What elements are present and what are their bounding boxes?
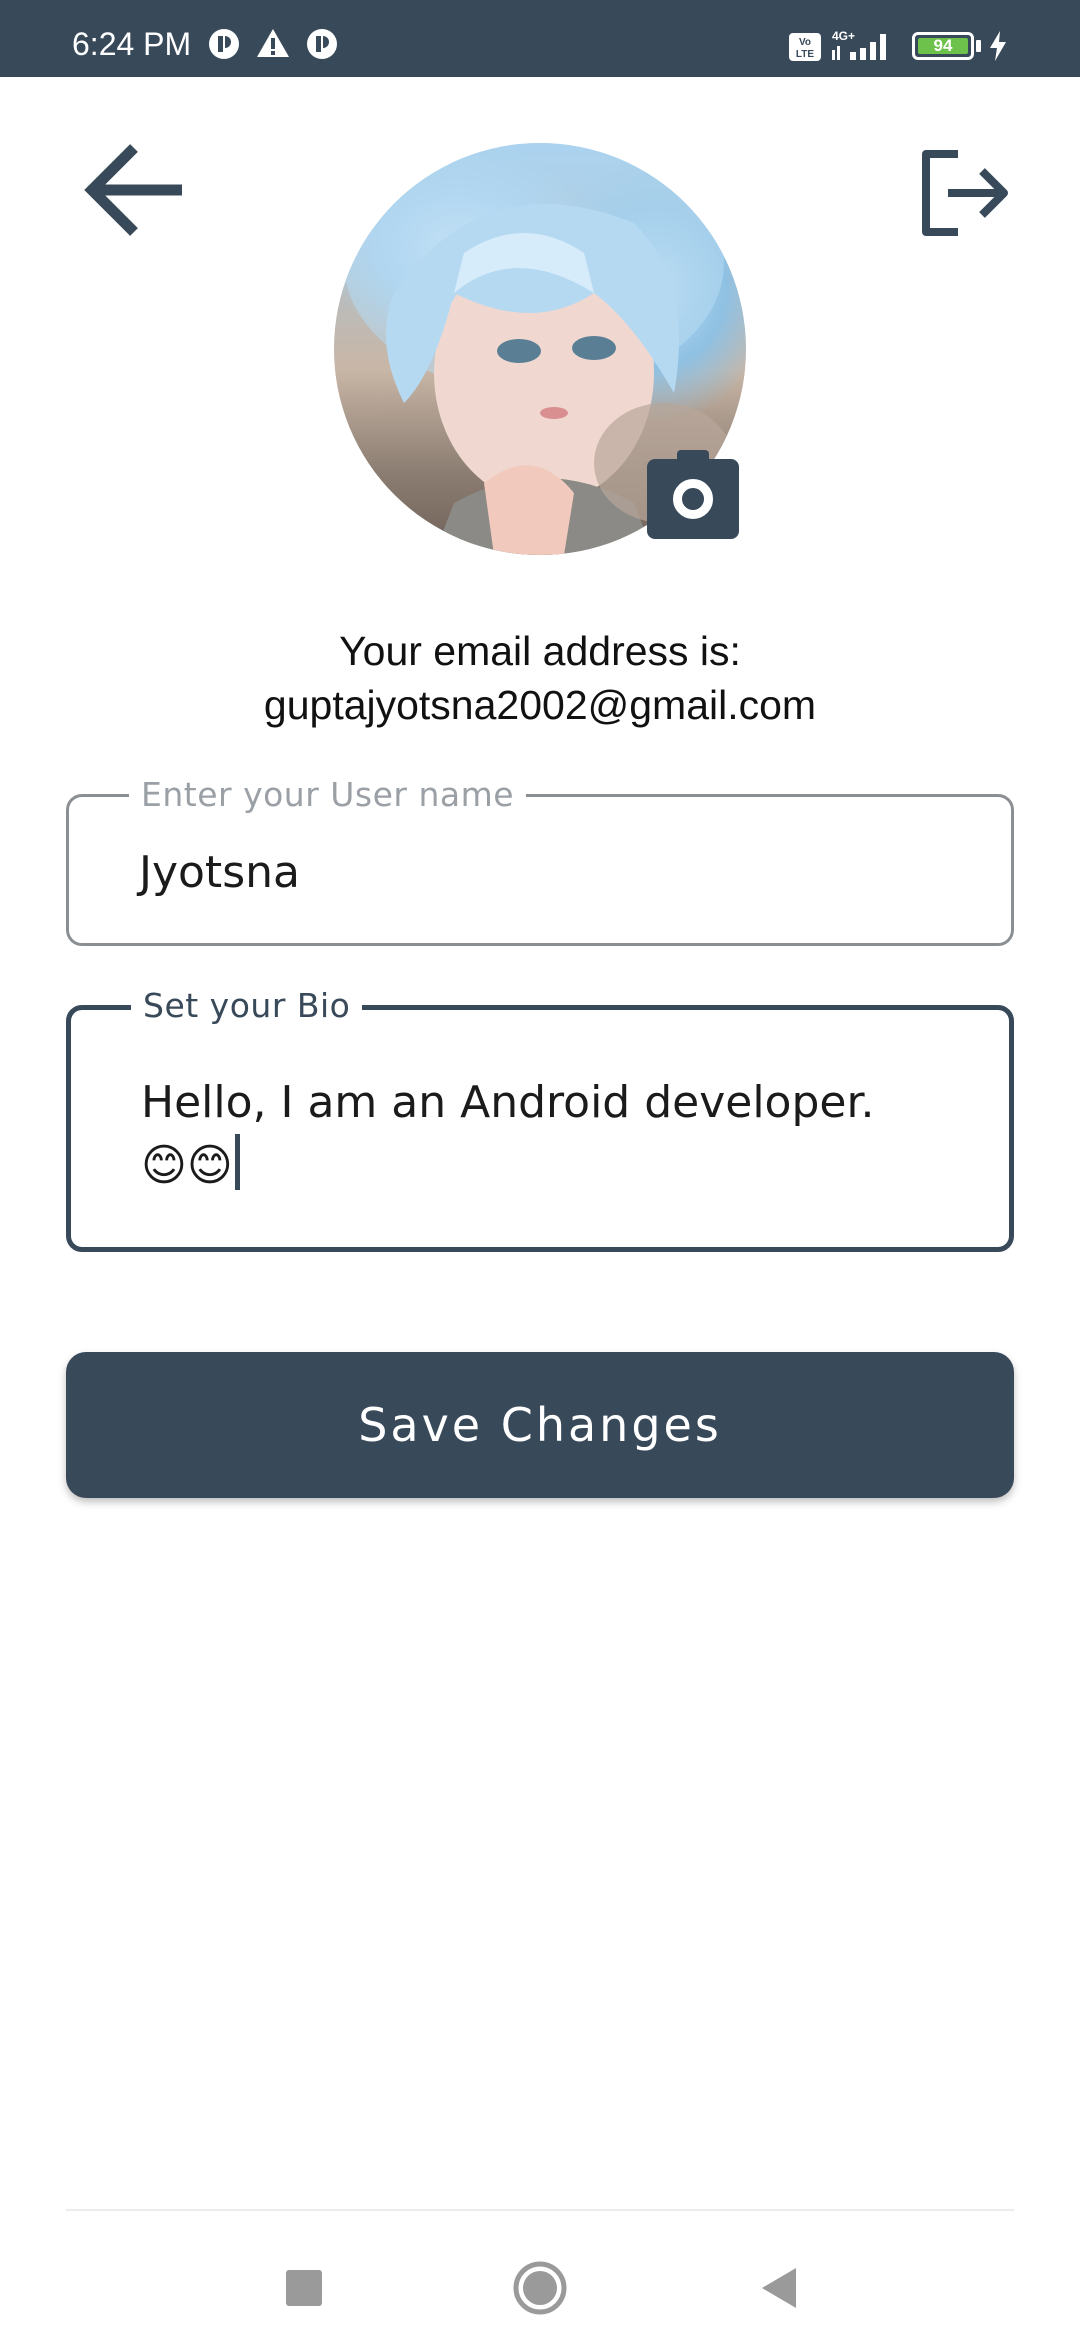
svg-text:LTE: LTE — [796, 49, 814, 60]
bio-field[interactable]: Set your Bio Hello, I am an Android deve… — [66, 986, 1014, 1252]
email-value: guptajyotsna2002@gmail.com — [263, 682, 817, 728]
recent-apps-icon[interactable] — [264, 2248, 344, 2328]
back-arrow-icon[interactable] — [80, 140, 190, 250]
status-time: 6:24 PM — [72, 26, 192, 62]
logout-icon[interactable] — [918, 148, 1018, 248]
battery-icon: 94 — [912, 32, 974, 60]
app-notification-icon — [307, 29, 337, 59]
email-label: Your email address is: — [339, 628, 741, 674]
warning-icon — [257, 29, 289, 57]
save-changes-button[interactable]: Save Changes — [66, 1352, 1014, 1498]
app-notification-icon — [209, 29, 239, 59]
back-icon[interactable] — [738, 2248, 818, 2328]
username-input[interactable]: Jyotsna — [139, 842, 971, 904]
change-photo-button[interactable] — [647, 450, 739, 539]
charging-icon — [990, 31, 1006, 61]
signal-4g-icon: 4G+ — [832, 29, 886, 60]
bio-input[interactable]: Hello, I am an Android developer. 😊😊 — [141, 1072, 969, 1197]
username-field[interactable]: Enter your User name Jyotsna — [66, 775, 1014, 946]
username-label: Enter your User name — [129, 775, 527, 814]
volte-icon: Vo LTE — [789, 33, 821, 61]
bio-label: Set your Bio — [131, 986, 363, 1025]
svg-text:Vo: Vo — [799, 37, 811, 48]
battery-nub — [976, 40, 981, 52]
svg-text:4G+: 4G+ — [832, 29, 855, 43]
nav-divider — [66, 2209, 1014, 2211]
battery-level: 94 — [918, 37, 968, 54]
camera-icon — [673, 479, 713, 519]
home-icon[interactable] — [500, 2248, 580, 2328]
text-cursor — [234, 1134, 240, 1190]
status-bar: 6:24 PM Vo LTE 4G+ 94 — [0, 0, 1080, 77]
bio-text: Hello, I am an Android developer. 😊😊 — [141, 1077, 875, 1191]
